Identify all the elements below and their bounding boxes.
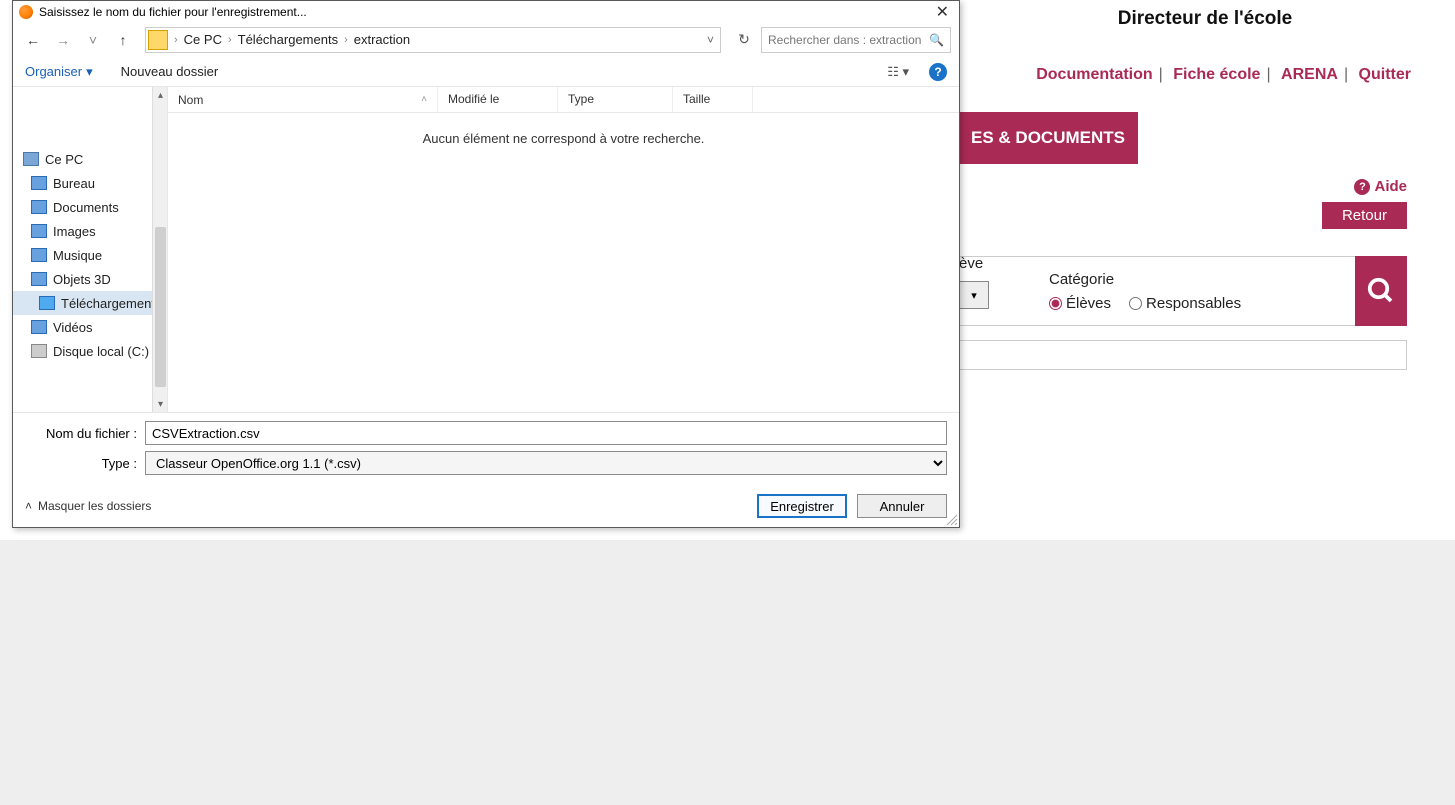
folder-tree[interactable]: Ce PC Bureau Documents Images Musique Ob… bbox=[13, 87, 168, 412]
pc-icon bbox=[23, 152, 39, 166]
search-icon: 🔍 bbox=[929, 33, 944, 47]
breadcrumb-1[interactable]: Téléchargements bbox=[234, 32, 342, 47]
close-icon[interactable]: ✕ bbox=[932, 2, 953, 22]
chevron-down-icon: ▾ bbox=[86, 64, 93, 80]
scroll-up-icon[interactable]: ▴ bbox=[153, 87, 168, 103]
eleve-label-partial: ève bbox=[959, 255, 983, 272]
tree-item-disque-c[interactable]: Disque local (C:) bbox=[31, 339, 167, 363]
chevron-up-icon: ˄ bbox=[25, 499, 32, 513]
save-button[interactable]: Enregistrer bbox=[757, 494, 847, 518]
scroll-down-icon[interactable]: ▾ bbox=[153, 396, 168, 412]
dialog-footer: ˄ Masquer les dossiers Enregistrer Annul… bbox=[13, 485, 959, 527]
col-taille[interactable]: Taille bbox=[673, 87, 753, 112]
search-placeholder: Rechercher dans : extraction bbox=[768, 33, 921, 47]
tree-item-telechargements[interactable]: Téléchargements bbox=[13, 291, 167, 315]
tree-item-videos[interactable]: Vidéos bbox=[31, 315, 167, 339]
resize-handle-icon[interactable] bbox=[945, 513, 959, 527]
nav-fiche-ecole[interactable]: Fiche école bbox=[1173, 66, 1260, 83]
file-list-area: Nom˄ Modifié le Type Taille Aucun élémen… bbox=[168, 87, 959, 412]
recent-dropdown[interactable]: ˅ bbox=[81, 28, 105, 52]
help-link[interactable]: ? Aide bbox=[1354, 178, 1407, 195]
tree-root[interactable]: Ce PC bbox=[23, 147, 167, 171]
empty-message: Aucun élément ne correspond à votre rech… bbox=[168, 113, 959, 412]
scroll-thumb[interactable] bbox=[155, 227, 166, 387]
filetype-label: Type : bbox=[25, 456, 145, 471]
refresh-button[interactable]: ↻ bbox=[733, 31, 755, 48]
tree-item-documents[interactable]: Documents bbox=[31, 195, 167, 219]
help-icon: ? bbox=[1354, 179, 1370, 195]
retour-button[interactable]: Retour bbox=[1322, 202, 1407, 229]
top-nav: Documentation| Fiche école| ARENA| Quitt… bbox=[1032, 66, 1415, 84]
nav-documentation[interactable]: Documentation bbox=[1036, 66, 1152, 83]
filename-label: Nom du fichier : bbox=[25, 426, 145, 441]
col-modifie[interactable]: Modifié le bbox=[438, 87, 558, 112]
images-icon bbox=[31, 224, 47, 238]
chevron-right-icon: › bbox=[174, 34, 178, 46]
search-input[interactable]: Rechercher dans : extraction 🔍 bbox=[761, 27, 951, 53]
desktop-icon bbox=[31, 176, 47, 190]
forward-button[interactable]: → bbox=[51, 28, 75, 52]
tree-item-bureau[interactable]: Bureau bbox=[31, 171, 167, 195]
radio-eleves[interactable]: Élèves bbox=[1049, 295, 1111, 312]
disk-icon bbox=[31, 344, 47, 358]
page-title: Directeur de l'école bbox=[955, 8, 1455, 30]
cancel-button[interactable]: Annuler bbox=[857, 494, 947, 518]
file-list-header: Nom˄ Modifié le Type Taille bbox=[168, 87, 959, 113]
chevron-right-icon: › bbox=[228, 34, 232, 46]
dialog-title-text: Saisissez le nom du fichier pour l'enreg… bbox=[39, 5, 307, 19]
col-type[interactable]: Type bbox=[558, 87, 673, 112]
tree-item-images[interactable]: Images bbox=[31, 219, 167, 243]
breadcrumb-2[interactable]: extraction bbox=[350, 32, 414, 47]
documents-icon bbox=[31, 200, 47, 214]
back-button[interactable]: ← bbox=[21, 28, 45, 52]
music-icon bbox=[31, 248, 47, 262]
filename-area: Nom du fichier : Type : Classeur OpenOff… bbox=[13, 412, 959, 485]
nav-row: ← → ˅ ↑ › Ce PC › Téléchargements › extr… bbox=[13, 23, 959, 57]
search-button[interactable] bbox=[1355, 256, 1407, 326]
chevron-down-icon[interactable]: ˅ bbox=[707, 33, 714, 47]
filter-panel: ève ▾ Catégorie Élèves Responsables bbox=[958, 256, 1407, 326]
nav-arena[interactable]: ARENA bbox=[1281, 66, 1338, 83]
organize-menu[interactable]: Organiser ▾ bbox=[25, 64, 93, 80]
page-title-area: Directeur de l'école bbox=[955, 8, 1455, 30]
new-folder-button[interactable]: Nouveau dossier bbox=[121, 64, 219, 79]
eleve-dropdown[interactable]: ▾ bbox=[959, 281, 989, 309]
chevron-right-icon: › bbox=[344, 34, 348, 46]
dialog-titlebar[interactable]: Saisissez le nom du fichier pour l'enreg… bbox=[13, 1, 959, 23]
filename-input[interactable] bbox=[145, 421, 947, 445]
breadcrumb-0[interactable]: Ce PC bbox=[180, 32, 226, 47]
tree-scrollbar[interactable]: ▴ ▾ bbox=[152, 87, 168, 412]
sort-icon: ˄ bbox=[421, 94, 427, 105]
categorie-label: Catégorie bbox=[1049, 271, 1114, 288]
tree-item-musique[interactable]: Musique bbox=[31, 243, 167, 267]
view-menu[interactable]: ☷ ▾ bbox=[887, 64, 909, 80]
address-bar[interactable]: › Ce PC › Téléchargements › extraction ˅ bbox=[145, 27, 721, 53]
downloads-icon bbox=[39, 296, 55, 310]
firefox-icon bbox=[19, 5, 33, 19]
tab-documents[interactable]: ES & DOCUMENTS bbox=[958, 112, 1138, 164]
objects3d-icon bbox=[31, 272, 47, 286]
help-label: Aide bbox=[1374, 178, 1407, 195]
up-button[interactable]: ↑ bbox=[111, 28, 135, 52]
filetype-select[interactable]: Classeur OpenOffice.org 1.1 (*.csv) bbox=[145, 451, 947, 475]
radio-responsables[interactable]: Responsables bbox=[1129, 295, 1241, 312]
save-dialog: Saisissez le nom du fichier pour l'enreg… bbox=[12, 0, 960, 528]
tree-item-objets3d[interactable]: Objets 3D bbox=[31, 267, 167, 291]
folder-icon bbox=[148, 30, 168, 50]
col-nom[interactable]: Nom˄ bbox=[168, 87, 438, 112]
results-row bbox=[958, 340, 1407, 370]
help-icon[interactable]: ? bbox=[929, 63, 947, 81]
hide-folders-toggle[interactable]: ˄ Masquer les dossiers bbox=[25, 499, 151, 513]
nav-quitter[interactable]: Quitter bbox=[1359, 66, 1411, 83]
toolbar: Organiser ▾ Nouveau dossier ☷ ▾ ? bbox=[13, 57, 959, 87]
videos-icon bbox=[31, 320, 47, 334]
search-icon bbox=[1366, 276, 1396, 306]
